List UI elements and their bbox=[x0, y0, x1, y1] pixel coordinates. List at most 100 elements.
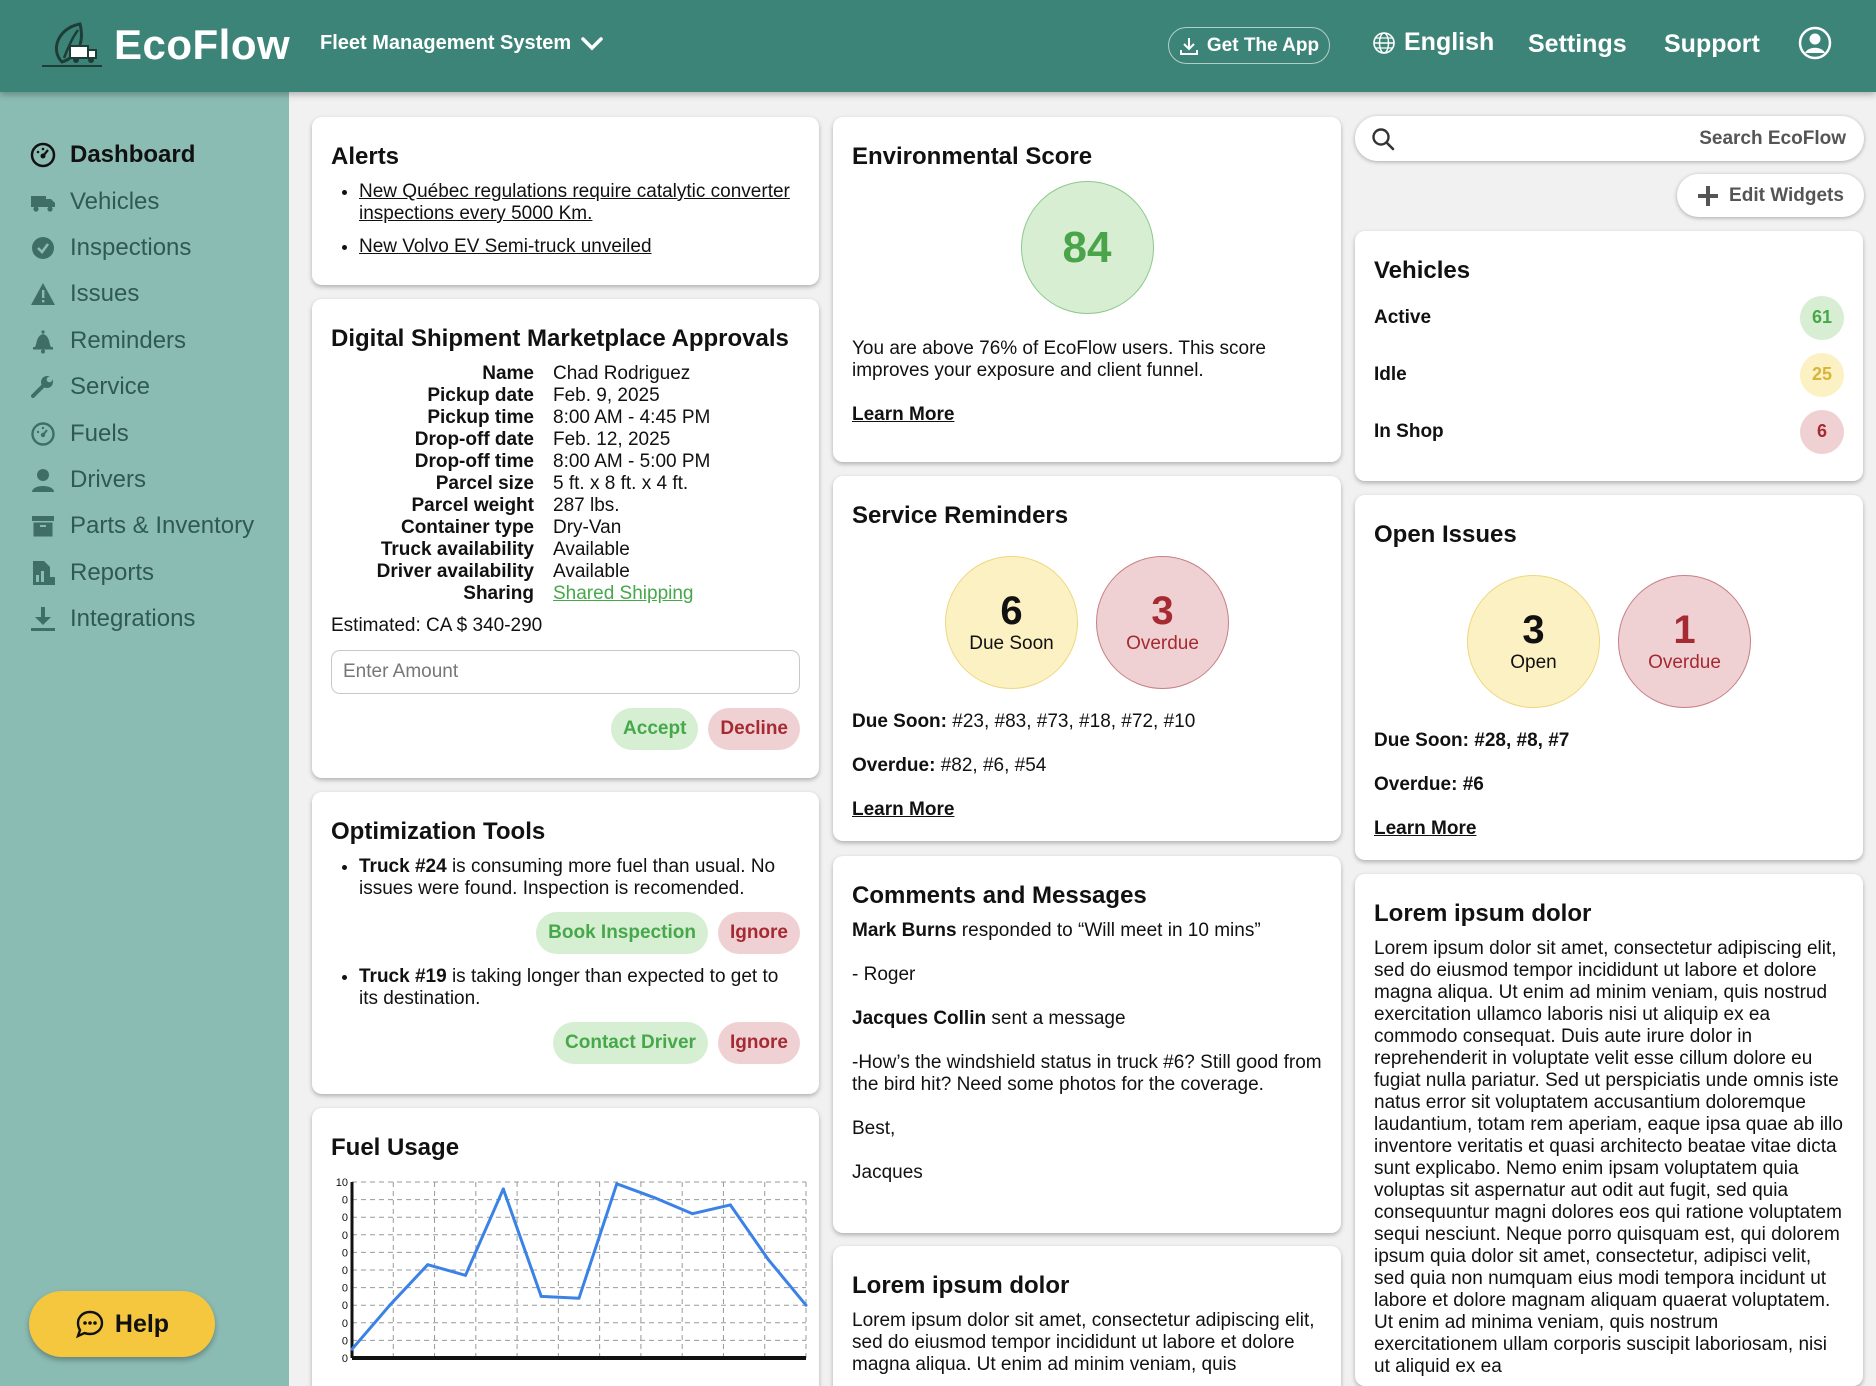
brand-logo[interactable]: EcoFlow bbox=[40, 20, 290, 70]
settings-link[interactable]: Settings bbox=[1528, 30, 1627, 59]
sidebar-item-label: Reminders bbox=[70, 326, 187, 354]
chart-y-tick-label: 0 bbox=[342, 1247, 348, 1259]
open-issues-circle[interactable]: 3 Open bbox=[1467, 575, 1600, 708]
sidebar-item-integrations[interactable]: Integrations bbox=[30, 596, 254, 642]
detail-value: 8:00 AM - 5:00 PM bbox=[553, 451, 711, 472]
contact-driver-button[interactable]: Contact Driver bbox=[553, 1022, 708, 1064]
due-soon-key: Due Soon: bbox=[852, 711, 947, 732]
language-selector[interactable]: English bbox=[1372, 28, 1494, 57]
edit-widgets-button[interactable]: Edit Widgets bbox=[1677, 174, 1864, 217]
get-app-label: Get The App bbox=[1206, 34, 1320, 56]
get-app-button[interactable]: Get The App bbox=[1168, 27, 1330, 64]
optimization-tools-card: Optimization Tools Truck #24 is consumin… bbox=[312, 792, 819, 1094]
alerts-list: New Québec regulations require catalytic… bbox=[359, 181, 800, 258]
system-selector-label: Fleet Management System bbox=[320, 32, 572, 54]
sidebar-item-label: Service bbox=[70, 373, 151, 401]
vehicle-status-row[interactable]: In Shop 6 bbox=[1374, 403, 1844, 460]
detail-key: Truck availability bbox=[380, 539, 534, 560]
person-icon bbox=[30, 467, 56, 493]
sidebar-item-dashboard[interactable]: Dashboard bbox=[30, 132, 254, 178]
issues-due-soon: Due Soon: #28, #8, #7 bbox=[1374, 730, 1570, 751]
detail-row: Container type Dry-Van bbox=[331, 517, 800, 539]
vehicle-count-badge: 61 bbox=[1800, 295, 1844, 340]
sidebar-item-label: Dashboard bbox=[70, 141, 196, 169]
vehicles-card: Vehicles Active 61 Idle 25 In Shop 6 bbox=[1355, 231, 1863, 481]
sidebar-item-label: Parts & Inventory bbox=[70, 512, 255, 540]
truck-id: Truck #24 bbox=[359, 856, 447, 877]
sidebar-item-service[interactable]: Service bbox=[30, 364, 254, 410]
user-profile-icon[interactable] bbox=[1798, 26, 1832, 60]
learn-more-link[interactable]: Learn More bbox=[852, 404, 1322, 426]
detail-value: Feb. 9, 2025 bbox=[553, 385, 660, 406]
sidebar-item-reminders[interactable]: Reminders bbox=[30, 318, 254, 364]
shipment-approvals-card: Digital Shipment Marketplace Approvals N… bbox=[312, 299, 819, 778]
detail-row: Sharing Shared Shipping bbox=[331, 583, 800, 605]
environmental-score: 84 bbox=[1020, 181, 1154, 314]
sidebar-item-inspections[interactable]: Inspections bbox=[30, 225, 254, 271]
detail-value: Dry-Van bbox=[553, 517, 622, 538]
service-reminders-title: Service Reminders bbox=[852, 502, 1069, 529]
accept-button[interactable]: Accept bbox=[611, 708, 699, 750]
chart-data-point bbox=[350, 1347, 354, 1351]
chart-y-tick-label: 0 bbox=[342, 1212, 348, 1224]
box-icon bbox=[30, 513, 56, 539]
lorem-text: Lorem ipsum dolor sit amet, consectetur … bbox=[1374, 938, 1843, 1377]
message-signature: - Roger bbox=[852, 964, 916, 985]
lorem-title: Lorem ipsum dolor bbox=[852, 1272, 1070, 1299]
sidebar-item-label: Vehicles bbox=[70, 187, 160, 215]
ignore-button[interactable]: Ignore bbox=[717, 912, 800, 954]
gauge-icon bbox=[30, 421, 56, 447]
alert-item: New Volvo EV Semi-truck unveiled bbox=[359, 236, 800, 258]
overdue-count: 3 bbox=[1151, 588, 1174, 633]
overdue-label: Overdue bbox=[1126, 632, 1199, 654]
message-signature: Jacques bbox=[852, 1162, 923, 1183]
learn-more-link[interactable]: Learn More bbox=[852, 799, 1322, 821]
message-text: responded to “Will meet in 10 mins” bbox=[956, 920, 1261, 941]
decline-button[interactable]: Decline bbox=[708, 708, 800, 750]
overdue-circle[interactable]: 3 Overdue bbox=[1096, 556, 1229, 689]
sidebar-item-parts-inventory[interactable]: Parts & Inventory bbox=[30, 503, 254, 549]
vehicle-status-row[interactable]: Active 61 bbox=[1374, 289, 1844, 346]
alert-link[interactable]: New Volvo EV Semi-truck unveiled bbox=[359, 236, 652, 257]
chart-data-point bbox=[653, 1196, 657, 1200]
help-button[interactable]: Help bbox=[29, 1291, 215, 1357]
overdue-label: Overdue bbox=[1648, 651, 1721, 673]
sidebar-item-drivers[interactable]: Drivers bbox=[30, 457, 254, 503]
book-inspection-button[interactable]: Book Inspection bbox=[536, 912, 708, 954]
shared-shipping-link[interactable]: Shared Shipping bbox=[553, 583, 694, 604]
sidebar-item-issues[interactable]: Issues bbox=[30, 271, 254, 317]
lorem-text: Lorem ipsum dolor sit amet, consectetur … bbox=[852, 1310, 1315, 1375]
message-item[interactable]: Jacques Collin sent a message bbox=[852, 1008, 1322, 1030]
detail-key: Container type bbox=[400, 517, 534, 538]
alert-link[interactable]: New Québec regulations require catalytic… bbox=[359, 181, 790, 224]
chart-y-tick-label: 0 bbox=[342, 1265, 348, 1277]
sidebar-item-fuels[interactable]: Fuels bbox=[30, 410, 254, 456]
due-soon-circle[interactable]: 6 Due Soon bbox=[945, 556, 1078, 689]
amount-input[interactable] bbox=[331, 650, 800, 694]
ignore-button[interactable]: Ignore bbox=[717, 1022, 800, 1064]
message-sender: Mark Burns bbox=[852, 920, 957, 941]
message-text: sent a message bbox=[986, 1008, 1126, 1029]
report-icon bbox=[30, 560, 56, 586]
download-icon bbox=[1179, 37, 1198, 55]
lorem-card-right: Lorem ipsum dolor Lorem ipsum dolor sit … bbox=[1355, 874, 1863, 1386]
chart-data-point bbox=[691, 1212, 694, 1216]
learn-more-link[interactable]: Learn More bbox=[1374, 818, 1844, 840]
sidebar-item-vehicles[interactable]: Vehicles bbox=[30, 178, 254, 224]
overdue-issues-circle[interactable]: 1 Overdue bbox=[1618, 575, 1751, 708]
overdue-list: Overdue: #82, #6, #54 bbox=[852, 755, 1322, 777]
search-input[interactable] bbox=[1407, 116, 1846, 161]
due-soon-count: 6 bbox=[1000, 588, 1023, 633]
vehicle-count-badge: 6 bbox=[1800, 409, 1844, 454]
search-icon bbox=[1372, 128, 1395, 151]
system-selector[interactable]: Fleet Management System bbox=[320, 32, 603, 55]
vehicle-status-row[interactable]: Idle 25 bbox=[1374, 346, 1844, 403]
sidebar-item-label: Reports bbox=[70, 558, 155, 586]
lorem-title: Lorem ipsum dolor bbox=[1374, 900, 1592, 927]
chart-series-line bbox=[350, 1182, 808, 1351]
chart-y-tick-label: 0 bbox=[342, 1318, 348, 1330]
support-link[interactable]: Support bbox=[1664, 30, 1760, 59]
sidebar-item-reports[interactable]: Reports bbox=[30, 550, 254, 596]
message-item[interactable]: Mark Burns responded to “Will meet in 10… bbox=[852, 920, 1322, 942]
detail-row: Pickup date Feb. 9, 2025 bbox=[331, 385, 800, 407]
